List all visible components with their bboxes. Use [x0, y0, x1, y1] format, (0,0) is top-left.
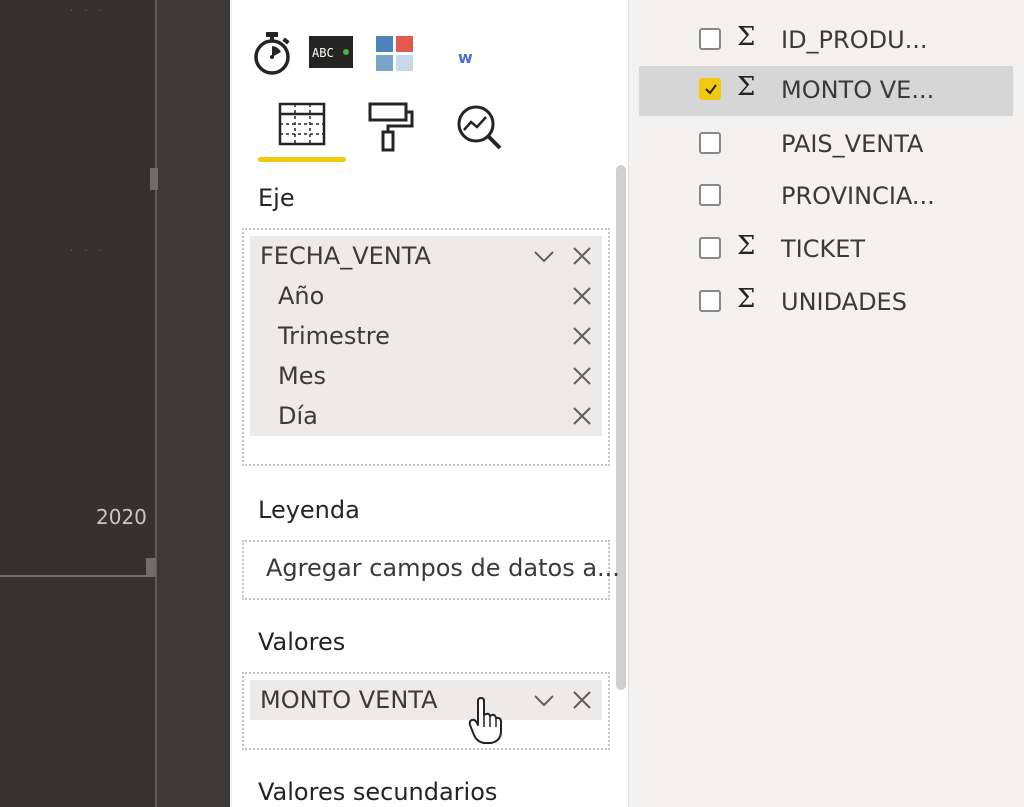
hierarchy-level-label: Mes: [278, 362, 326, 390]
sigma-icon: Σ: [737, 284, 756, 314]
field-checkbox[interactable]: [699, 290, 721, 312]
close-icon[interactable]: [570, 364, 594, 388]
field-checkbox[interactable]: [699, 78, 721, 100]
hierarchy-level-label: Trimestre: [278, 322, 390, 350]
pane-scrollbar[interactable]: [616, 165, 626, 690]
gridline-dots-icon: · · ·: [70, 246, 106, 257]
value-field-name: MONTO VENTA: [260, 686, 438, 714]
table-grid-icon: [278, 102, 326, 146]
close-icon[interactable]: [570, 284, 594, 308]
sigma-icon: Σ: [737, 231, 756, 261]
valores-label: Valores: [258, 628, 346, 656]
field-item[interactable]: Σ UNIDADES: [639, 278, 1013, 328]
report-canvas[interactable]: · · · · · · 2020: [0, 0, 230, 807]
eje-well[interactable]: FECHA_VENTA Año Trimestre Mes Día: [242, 228, 610, 466]
hierarchy-level[interactable]: Día: [250, 396, 602, 436]
field-item[interactable]: PROVINCIA...: [639, 172, 1013, 222]
stopwatch-icon[interactable]: [250, 30, 294, 76]
hierarchy-level[interactable]: Año: [250, 276, 602, 316]
field-name: PAIS_VENTA: [781, 130, 924, 158]
visualizations-pane: ABC w Eje FECHA_VENTA Año Trimestre Mes …: [232, 0, 628, 807]
chevron-down-icon[interactable]: [532, 688, 556, 712]
chart-lower-area: [0, 577, 157, 807]
analytics-tab[interactable]: [440, 98, 530, 162]
active-tab-indicator: [258, 157, 346, 162]
field-name: UNIDADES: [781, 288, 907, 316]
pane-tabs: [256, 98, 516, 168]
field-item[interactable]: Σ ID_PRODU...: [639, 16, 1013, 66]
hierarchy-name: FECHA_VENTA: [260, 242, 431, 270]
matrix-visual-icon[interactable]: [374, 30, 418, 76]
hierarchy-level-label: Día: [278, 402, 318, 430]
field-name: TICKET: [781, 235, 866, 263]
chart-plot-area[interactable]: [0, 0, 157, 577]
sigma-icon: Σ: [737, 72, 756, 102]
visual-gallery: ABC w: [250, 30, 490, 80]
field-name: PROVINCIA...: [781, 182, 935, 210]
field-checkbox[interactable]: [699, 237, 721, 259]
field-checkbox[interactable]: [699, 184, 721, 206]
fields-pane: Σ ID_PRODU... Σ MONTO VE... PAIS_VENTA P…: [628, 0, 1024, 807]
kpi-card-icon[interactable]: ABC: [308, 30, 353, 76]
close-icon[interactable]: [570, 688, 594, 712]
field-item[interactable]: Σ TICKET: [639, 225, 1013, 275]
hierarchy-header[interactable]: FECHA_VENTA: [250, 236, 602, 276]
svg-text:ABC: ABC: [312, 46, 334, 60]
hierarchy-level-label: Año: [278, 282, 325, 310]
leyenda-well[interactable]: Agregar campos de datos a...: [242, 540, 620, 600]
close-icon[interactable]: [570, 324, 594, 348]
field-name: ID_PRODU...: [781, 26, 928, 54]
valores-well[interactable]: MONTO VENTA: [242, 672, 610, 750]
value-field-row[interactable]: MONTO VENTA: [250, 680, 602, 720]
hand-pointer-cursor-icon: [468, 697, 502, 744]
leyenda-placeholder: Agregar campos de datos a...: [266, 554, 620, 582]
resize-handle-corner-icon[interactable]: [146, 558, 156, 576]
eje-label: Eje: [258, 184, 295, 212]
magnifier-chart-icon: [457, 105, 502, 150]
hierarchy-level[interactable]: Trimestre: [250, 316, 602, 356]
hierarchy-level[interactable]: Mes: [250, 356, 602, 396]
leyenda-label: Leyenda: [258, 496, 360, 524]
field-item[interactable]: Σ MONTO VE...: [639, 66, 1013, 116]
paint-roller-icon: [368, 102, 414, 152]
chevron-down-icon[interactable]: [532, 244, 556, 268]
fields-tab[interactable]: [256, 98, 346, 162]
format-tab[interactable]: [348, 98, 438, 162]
resize-handle-icon[interactable]: [150, 168, 158, 190]
fecha-venta-hierarchy[interactable]: FECHA_VENTA Año Trimestre Mes Día: [250, 236, 602, 436]
valores-field[interactable]: MONTO VENTA: [250, 680, 602, 720]
word-visual-icon[interactable]: w: [440, 30, 484, 76]
field-name: MONTO VE...: [781, 76, 935, 104]
field-checkbox[interactable]: [699, 28, 721, 50]
sigma-icon: Σ: [737, 22, 756, 52]
gridline-dots-icon: · · ·: [70, 6, 106, 17]
field-checkbox[interactable]: [699, 132, 721, 154]
field-item[interactable]: PAIS_VENTA: [639, 120, 1013, 170]
axis-tick-label: 2020: [96, 505, 147, 529]
close-icon[interactable]: [570, 244, 594, 268]
valores-secundarios-label: Valores secundarios: [258, 778, 498, 806]
checkmark-icon: [705, 84, 717, 95]
close-icon[interactable]: [570, 404, 594, 428]
word-visual-letter: w: [458, 48, 473, 67]
